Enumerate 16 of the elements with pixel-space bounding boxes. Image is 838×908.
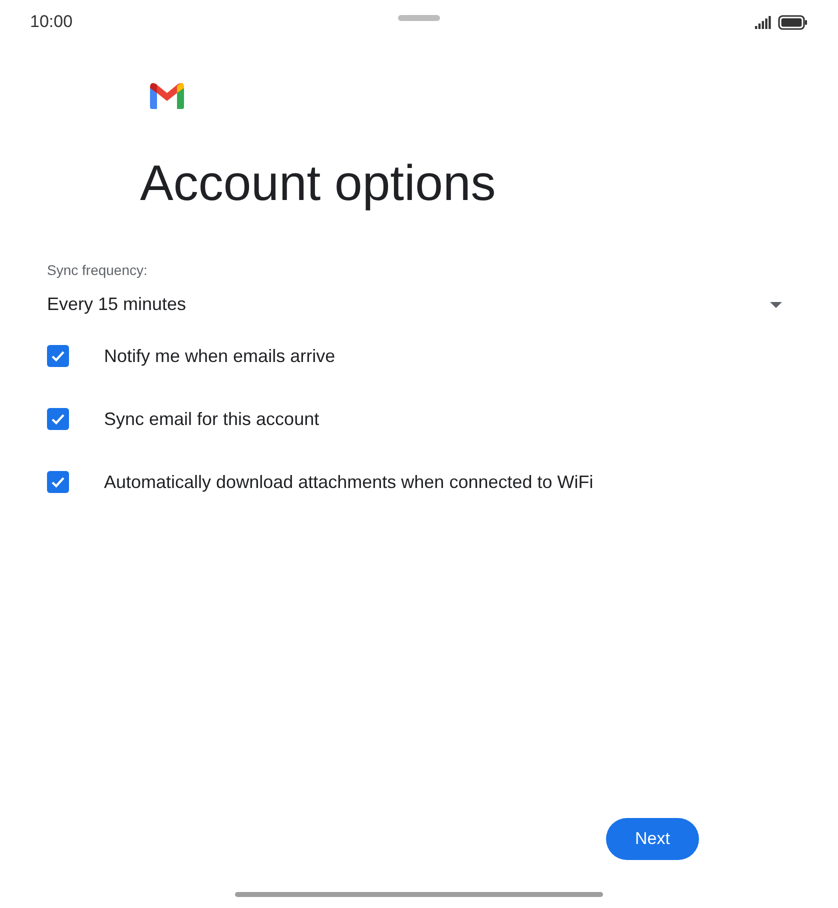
checkbox[interactable]	[47, 345, 69, 367]
checkbox[interactable]	[47, 408, 69, 430]
field-label: Sync frequency:	[47, 262, 148, 278]
page-title: Account options	[140, 154, 497, 212]
battery-icon	[778, 14, 808, 30]
signal-icon	[755, 16, 772, 28]
checkbox-label: Automatically download attachments when connected to WiFi	[104, 472, 594, 492]
dropdown-caret-icon	[770, 302, 782, 308]
status-time: 10:00	[30, 12, 73, 32]
sync-frequency-dropdown[interactable]: Every 15 minutes	[47, 294, 782, 315]
mail-logo-icon	[148, 80, 186, 110]
checkbox[interactable]	[47, 471, 69, 493]
next-button[interactable]: Next	[606, 818, 699, 860]
drag-handle	[398, 15, 440, 21]
checkbox-label: Notify me when emails arrive	[104, 346, 336, 366]
checkbox-label: Sync email for this account	[104, 408, 320, 430]
